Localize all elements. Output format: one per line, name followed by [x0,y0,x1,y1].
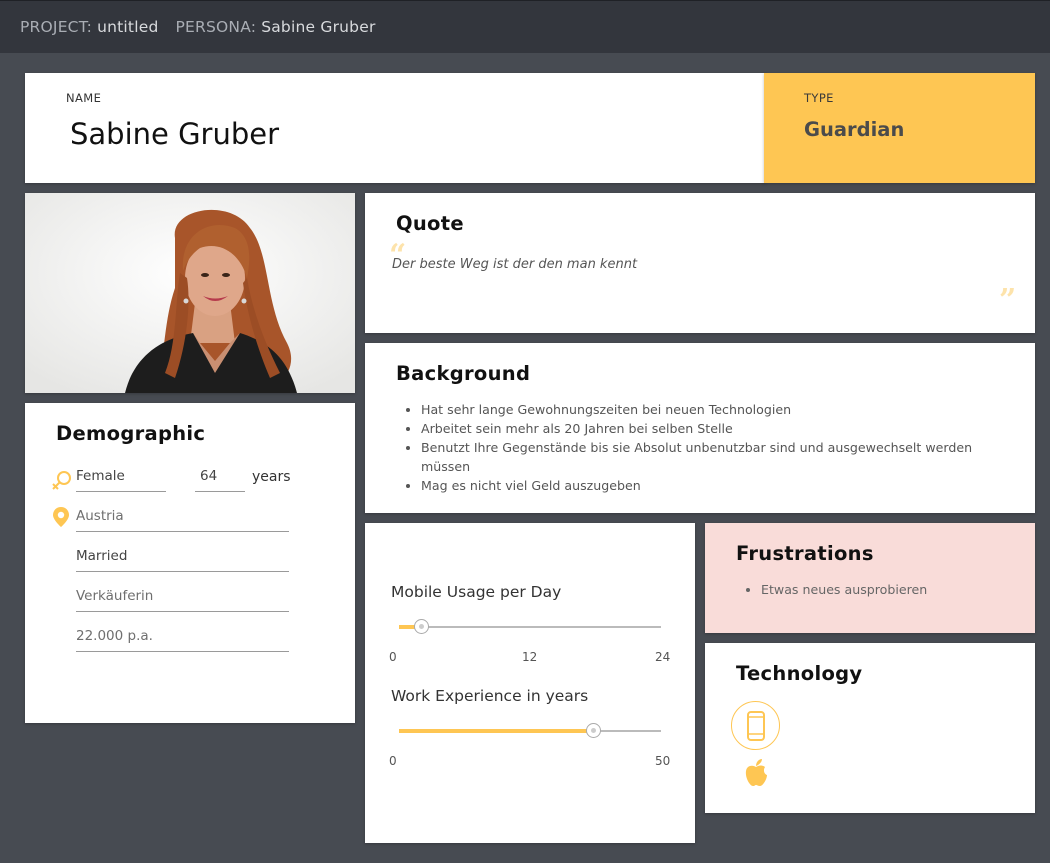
quote-text[interactable]: Der beste Weg ist der den man kennt [392,257,637,272]
gender-field[interactable]: Female [76,468,166,492]
work-experience-handle[interactable] [585,723,601,738]
persona-name[interactable]: Sabine Gruber [261,18,375,36]
persona-name-field[interactable]: Sabine Gruber [70,117,279,151]
location-field[interactable]: Austria [76,508,289,532]
list-item[interactable]: Etwas neues ausprobieren [761,580,927,599]
background-title: Background [396,362,531,385]
list-item[interactable]: Benutzt Ihre Gegenstände bis sie Absolut… [421,438,1011,476]
mobile-usage-min: 0 [389,650,397,664]
quote-title: Quote [396,212,464,235]
project-label: PROJECT: [20,18,93,36]
persona-photo[interactable] [25,193,355,393]
project-name[interactable]: untitled [97,18,158,36]
location-pin-icon [52,506,70,532]
income-field[interactable]: 22.000 p.a. [76,628,289,652]
work-experience-title: Work Experience in years [391,687,589,705]
work-experience-max: 50 [655,754,671,768]
smartphone-icon [746,711,766,745]
work-experience-slider[interactable] [399,723,661,738]
name-label: NAME [66,91,102,105]
list-item[interactable]: Arbeitet sein mehr als 20 Jahren bei sel… [421,419,1011,438]
list-item[interactable]: Hat sehr lange Gewohnungszeiten bei neue… [421,400,1011,419]
mobile-usage-title: Mobile Usage per Day [391,583,562,601]
persona-label: PERSONA: [175,18,257,36]
mobile-usage-max: 24 [655,650,671,664]
mobile-usage-handle[interactable] [413,619,429,634]
demographic-title: Demographic [56,422,206,445]
quote-card: Quote “ Der beste Weg ist der den man ke… [365,193,1035,333]
name-card: NAME Sabine Gruber [25,73,765,183]
type-card: TYPE Guardian [764,73,1035,183]
work-experience-fill [399,729,593,733]
age-field[interactable]: 64 [195,468,245,492]
occupation-field[interactable]: Verkäuferin [76,588,289,612]
gender-icon [51,469,73,495]
mobile-usage-slider[interactable] [399,619,661,634]
usage-sliders-card: Mobile Usage per Day 0 12 24 Work Experi… [365,523,695,843]
technology-card: Technology [705,643,1035,813]
background-list: Hat sehr lange Gewohnungszeiten bei neue… [421,400,1011,495]
background-card: Background Hat sehr lange Gewohnungszeit… [365,343,1035,513]
mobile-usage-mid: 12 [522,650,538,664]
frustrations-list: Etwas neues ausprobieren [761,580,927,599]
apple-icon[interactable] [743,758,769,792]
portrait-image [25,193,355,393]
demographic-card: Demographic Female 64 years Austria Marr… [25,403,355,723]
work-experience-min: 0 [389,754,397,768]
smartphone-button[interactable] [731,701,780,750]
age-unit-label: years [252,469,291,485]
frustrations-title: Frustrations [736,542,874,565]
marital-status-field[interactable]: Married [76,548,289,572]
close-quote-icon: ” [999,283,1017,318]
top-bar: PROJECT: untitled PERSONA: Sabine Gruber [0,0,1050,53]
list-item[interactable]: Mag es nicht viel Geld auszugeben [421,476,1011,495]
persona-type-field[interactable]: Guardian [804,118,904,141]
type-label: TYPE [804,91,834,105]
technology-title: Technology [736,662,863,685]
frustrations-card: Frustrations Etwas neues ausprobieren [705,523,1035,633]
